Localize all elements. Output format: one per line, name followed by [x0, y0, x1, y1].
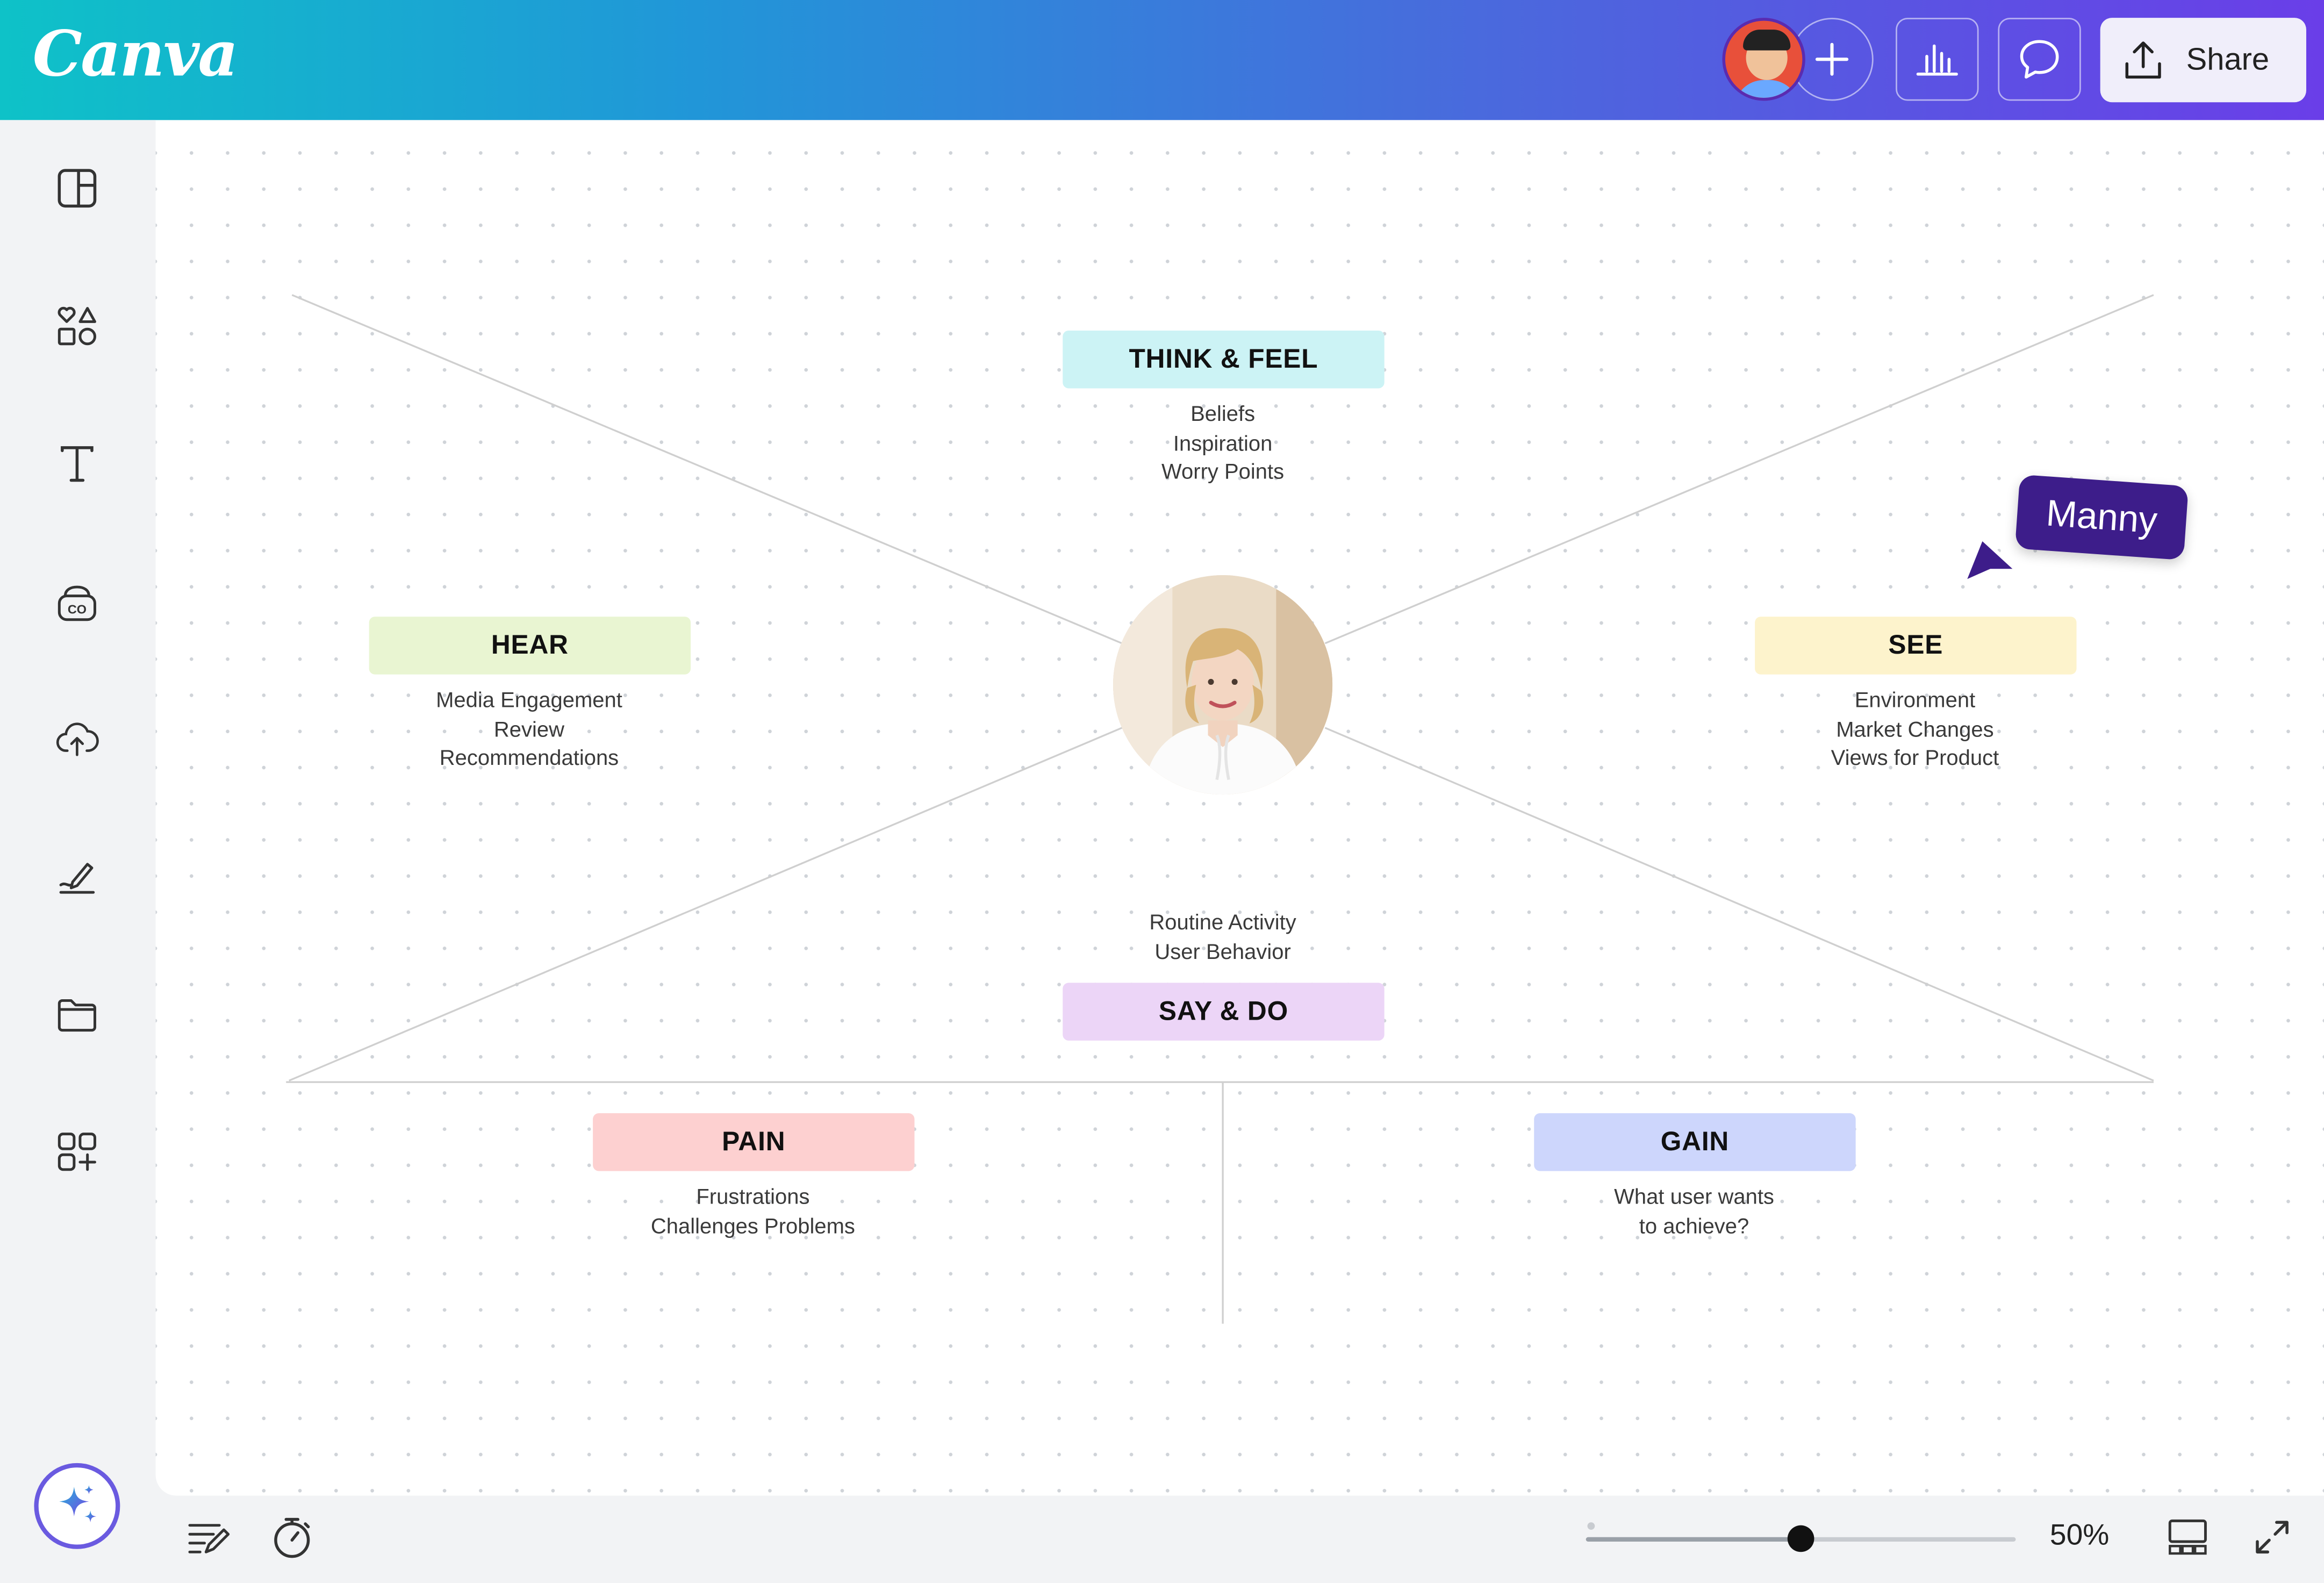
- design-button[interactable]: [55, 166, 99, 211]
- brand-button[interactable]: CO: [55, 581, 99, 626]
- top-bar: Canva Share: [0, 0, 2324, 120]
- say-do-label[interactable]: SAY & DO: [1063, 983, 1385, 1041]
- pain-line: Challenges Problems: [650, 1215, 855, 1239]
- think-feel-description[interactable]: Beliefs Inspiration Worry Points: [1030, 402, 1416, 489]
- share-upload-icon: [2125, 40, 2161, 78]
- hear-label[interactable]: HEAR: [369, 617, 691, 675]
- design-icon: [58, 169, 97, 208]
- left-sidebar: CO: [0, 120, 156, 1583]
- elements-icon: [58, 306, 96, 346]
- avatar-shirt: [1734, 80, 1799, 98]
- pain-description[interactable]: Frustrations Challenges Problems: [560, 1184, 945, 1243]
- bottom-bar: 50%: [155, 1495, 2324, 1583]
- projects-icon: [58, 999, 96, 1032]
- see-line: Environment: [1854, 689, 1976, 713]
- grid-view-button[interactable]: [2164, 1514, 2211, 1561]
- text-button[interactable]: [55, 442, 99, 486]
- uploads-icon: [56, 722, 99, 756]
- comments-button[interactable]: [1998, 18, 2081, 101]
- gain-line: What user wants: [1614, 1186, 1774, 1210]
- see-description[interactable]: Environment Market Changes Views for Pro…: [1722, 688, 2107, 776]
- pain-line: Frustrations: [696, 1186, 810, 1210]
- empathy-map-lines: [286, 294, 2154, 1324]
- magic-icon: [59, 1485, 97, 1523]
- see-line: Views for Product: [1831, 748, 1999, 772]
- comment-icon: [2020, 40, 2059, 79]
- notes-button[interactable]: [184, 1514, 231, 1561]
- think-feel-line: Worry Points: [1161, 461, 1285, 485]
- zoom-level[interactable]: 50%: [2050, 1520, 2109, 1553]
- pain-label[interactable]: PAIN: [593, 1113, 915, 1171]
- insights-button[interactable]: [1896, 18, 1979, 101]
- zoom-slider-fill: [1586, 1537, 1801, 1542]
- hear-line: Media Engagement: [436, 689, 622, 713]
- svg-text:CO: CO: [68, 603, 87, 617]
- notes-icon: [188, 1524, 230, 1553]
- say-do-description[interactable]: Routine Activity User Behavior: [1030, 910, 1416, 969]
- think-feel-label[interactable]: THINK & FEEL: [1063, 330, 1385, 389]
- insights-icon: [1916, 44, 1958, 76]
- gain-label[interactable]: GAIN: [1534, 1113, 1856, 1171]
- magic-assistant-button[interactable]: [34, 1463, 120, 1549]
- fullscreen-button[interactable]: [2248, 1514, 2296, 1561]
- think-feel-line: Inspiration: [1173, 432, 1273, 456]
- canva-whiteboard-app: Canva Share CO THINK & FEEL Beliefs Insp…: [0, 0, 2324, 1583]
- gain-line: to achieve?: [1639, 1215, 1749, 1239]
- plus-icon: [1815, 42, 1849, 76]
- say-do-line: User Behavior: [1154, 941, 1291, 965]
- collaborator-name-tag: Manny: [2014, 474, 2189, 561]
- timer-button[interactable]: [268, 1514, 315, 1561]
- think-feel-line: Beliefs: [1190, 403, 1256, 427]
- apps-icon: [58, 1133, 96, 1171]
- canva-logo[interactable]: Canva: [33, 18, 239, 90]
- fullscreen-icon: [2256, 1521, 2289, 1554]
- apps-button[interactable]: [55, 1129, 99, 1174]
- share-label: Share: [2186, 42, 2270, 77]
- collaborator-cursor-icon: [1962, 536, 2019, 585]
- hear-line: Recommendations: [439, 748, 619, 772]
- elements-button[interactable]: [55, 304, 99, 348]
- persona-photo[interactable]: [1113, 575, 1333, 795]
- zoom-slider-handle[interactable]: [1787, 1525, 1814, 1552]
- see-line: Market Changes: [1836, 718, 1994, 742]
- brand-icon: CO: [58, 585, 96, 621]
- user-avatar[interactable]: [1722, 18, 1805, 101]
- timer-icon: [274, 1517, 310, 1558]
- uploads-button[interactable]: [55, 716, 99, 761]
- text-icon: [61, 446, 94, 482]
- draw-icon: [59, 863, 95, 894]
- whiteboard-canvas[interactable]: THINK & FEEL Beliefs Inspiration Worry P…: [155, 120, 2324, 1496]
- avatar-hair: [1743, 30, 1791, 51]
- hear-line: Review: [493, 718, 565, 742]
- persona-portrait: [1113, 575, 1333, 795]
- gain-description[interactable]: What user wants to achieve?: [1502, 1184, 1887, 1243]
- see-label[interactable]: SEE: [1755, 617, 2077, 675]
- say-do-line: Routine Activity: [1149, 911, 1296, 936]
- grid-view-icon: [2168, 1519, 2207, 1555]
- hear-description[interactable]: Media Engagement Review Recommendations: [336, 688, 722, 776]
- projects-button[interactable]: [55, 992, 99, 1036]
- draw-button[interactable]: [55, 854, 99, 898]
- zoom-slider-min: [1587, 1522, 1595, 1530]
- share-button[interactable]: Share: [2100, 18, 2306, 103]
